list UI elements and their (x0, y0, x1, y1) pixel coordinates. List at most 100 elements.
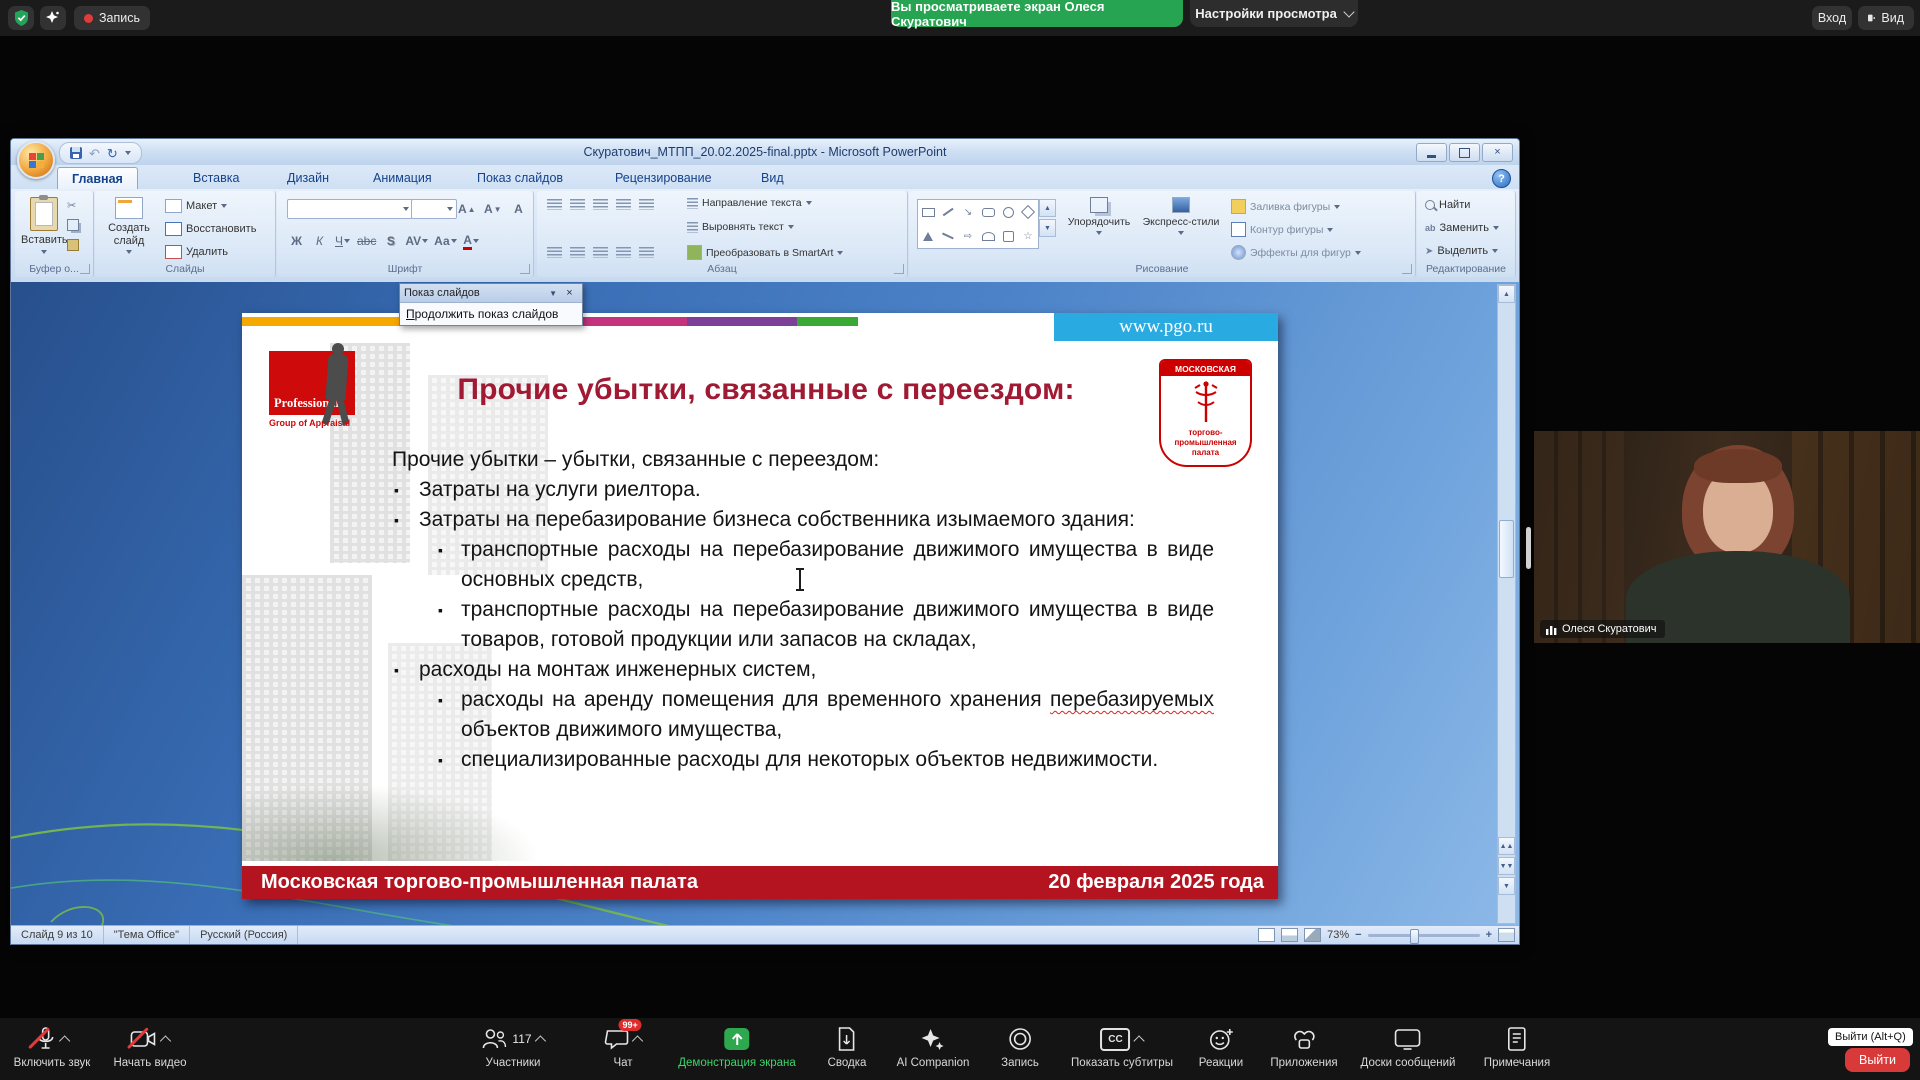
minimize-button[interactable] (1416, 143, 1447, 162)
previous-slide-button[interactable]: ▲▲ (1498, 837, 1515, 855)
font-dialog-launcher[interactable] (520, 264, 530, 274)
delete-slide-button[interactable]: Удалить (165, 245, 228, 259)
participants-chevron-icon[interactable] (535, 1035, 546, 1046)
character-spacing-button[interactable]: AV (404, 231, 429, 251)
side-scroll-indicator[interactable] (1526, 527, 1531, 569)
next-slide-button[interactable]: ▼▼ (1498, 857, 1515, 875)
undo-icon[interactable]: ↶ (89, 147, 100, 160)
vertical-scrollbar[interactable]: ▲ ▲▲ ▼▼ ▼ (1497, 284, 1516, 924)
save-icon[interactable] (70, 147, 82, 159)
audio-options-chevron-icon[interactable] (59, 1035, 70, 1046)
webcam-video[interactable]: Олеся Скуратович (1534, 431, 1920, 643)
participants-button[interactable]: 117 Участники (481, 1026, 544, 1069)
share-screen-button[interactable]: Демонстрация экрана (678, 1026, 796, 1069)
scroll-down-button[interactable]: ▼ (1498, 877, 1515, 895)
grow-font-button[interactable]: А▲ (457, 199, 477, 219)
font-color-button[interactable]: А (462, 231, 481, 251)
quick-styles-button[interactable]: Экспресс-стили (1141, 197, 1221, 235)
slide-counter[interactable]: Слайд 9 из 10 (11, 926, 104, 944)
security-shield-button[interactable] (8, 6, 34, 30)
new-slide-button[interactable]: Создать слайд (103, 197, 155, 254)
chat-button[interactable]: 99+ Чат (605, 1026, 642, 1069)
shape-fill-button[interactable]: Заливка фигуры (1231, 199, 1340, 214)
tab-dizain[interactable]: Дизайн (273, 167, 343, 189)
justify-button[interactable] (616, 247, 631, 258)
video-options-chevron-icon[interactable] (160, 1035, 171, 1046)
clear-formatting-button[interactable]: А (509, 199, 528, 219)
office-button[interactable] (17, 141, 55, 179)
help-icon[interactable]: ? (1492, 169, 1511, 188)
tab-glavnaya[interactable]: Главная (57, 167, 138, 190)
columns-button[interactable] (639, 247, 654, 258)
popup-dropdown-icon[interactable]: ▼ (549, 289, 557, 298)
change-case-button[interactable]: Аа (433, 231, 458, 251)
zoom-in-button[interactable]: + (1486, 929, 1492, 941)
decrease-indent-button[interactable] (593, 199, 608, 210)
ai-companion-button[interactable]: AI Companion (897, 1026, 970, 1069)
record-button[interactable]: Запись (1001, 1026, 1039, 1069)
unmute-button[interactable]: Включить звук (14, 1026, 91, 1069)
shapes-gallery[interactable]: ↘ ⇨ ☆ (917, 199, 1039, 249)
captions-button[interactable]: CC Показать субтитры (1071, 1026, 1173, 1069)
zoom-out-button[interactable]: − (1355, 929, 1361, 941)
view-settings-button[interactable]: Настройки просмотра (1190, 0, 1358, 27)
continue-slideshow-menu-item[interactable]: Продолжить показ слайдов (400, 303, 582, 325)
notes-button[interactable]: Примечания (1484, 1026, 1550, 1069)
reset-slide-button[interactable]: Восстановить (165, 222, 256, 236)
align-center-button[interactable] (570, 247, 585, 258)
increase-indent-button[interactable] (616, 199, 631, 210)
normal-view-button[interactable] (1258, 928, 1275, 942)
zoom-slider[interactable] (1368, 934, 1480, 937)
underline-button[interactable]: Ч (333, 231, 352, 251)
apps-button[interactable]: Приложения (1270, 1026, 1337, 1069)
slide-sorter-view-button[interactable] (1281, 928, 1298, 942)
start-video-button[interactable]: Начать видео (113, 1026, 186, 1069)
line-spacing-button[interactable] (639, 199, 654, 210)
find-button[interactable]: Найти (1425, 199, 1470, 211)
slideshow-popup-header[interactable]: Показ слайдов ▼ × (400, 284, 582, 303)
font-size-combo[interactable] (411, 199, 457, 219)
qat-customize-icon[interactable] (125, 151, 131, 155)
slide-canvas[interactable]: www.pgo.ru Professional Group of Apprais… (242, 313, 1278, 899)
shapes-scroll-down[interactable]: ▼ (1039, 219, 1056, 237)
paste-button[interactable]: Вставить (21, 197, 68, 254)
bullets-button[interactable] (547, 199, 562, 210)
language-indicator[interactable]: Русский (Россия) (190, 926, 298, 944)
view-layout-button[interactable]: Вид (1858, 6, 1914, 30)
tab-animatsiya[interactable]: Анимация (359, 167, 446, 189)
leave-button[interactable]: Выйти (1845, 1048, 1910, 1072)
captions-chevron-icon[interactable] (1134, 1035, 1145, 1046)
ai-companion-topbar-button[interactable] (40, 6, 66, 30)
smartart-button[interactable]: Преобразовать в SmartArt (687, 245, 843, 260)
zoom-level[interactable]: 73% (1327, 929, 1349, 941)
popup-close-icon[interactable]: × (561, 285, 578, 301)
replace-button[interactable]: ab Заменить (1425, 222, 1499, 234)
drawing-dialog-launcher[interactable] (1402, 264, 1412, 274)
signin-button[interactable]: Вход (1812, 6, 1852, 30)
clipboard-dialog-launcher[interactable] (80, 264, 90, 274)
cut-button[interactable]: ✂ (67, 199, 76, 212)
arrange-button[interactable]: Упорядочить (1067, 197, 1131, 235)
font-name-combo[interactable] (287, 199, 413, 219)
close-button[interactable]: × (1482, 143, 1513, 162)
chat-chevron-icon[interactable] (632, 1035, 643, 1046)
strikethrough-button[interactable]: abc (356, 231, 377, 251)
bold-button[interactable]: Ж (287, 231, 306, 251)
reactions-button[interactable]: Реакции (1199, 1026, 1243, 1069)
layout-button[interactable]: Макет (165, 199, 227, 213)
shrink-font-button[interactable]: А▼ (483, 199, 503, 219)
maximize-button[interactable] (1449, 143, 1480, 162)
copy-button[interactable] (67, 219, 79, 231)
shadow-button[interactable]: S (381, 231, 400, 251)
shapes-scroll-up[interactable]: ▲ (1039, 199, 1056, 217)
shape-effects-button[interactable]: Эффекты для фигур (1231, 245, 1361, 260)
zoom-slider-thumb[interactable] (1410, 929, 1419, 944)
paragraph-dialog-launcher[interactable] (894, 264, 904, 274)
format-painter-button[interactable] (67, 239, 79, 251)
shape-outline-button[interactable]: Контур фигуры (1231, 222, 1333, 237)
redo-icon[interactable]: ↻ (107, 147, 118, 160)
align-text-button[interactable]: Выровнять текст (687, 221, 794, 233)
select-button[interactable]: ➤ Выделить (1425, 245, 1498, 257)
scroll-up-button[interactable]: ▲ (1498, 285, 1515, 303)
whiteboards-button[interactable]: Доски сообщений (1361, 1026, 1456, 1069)
